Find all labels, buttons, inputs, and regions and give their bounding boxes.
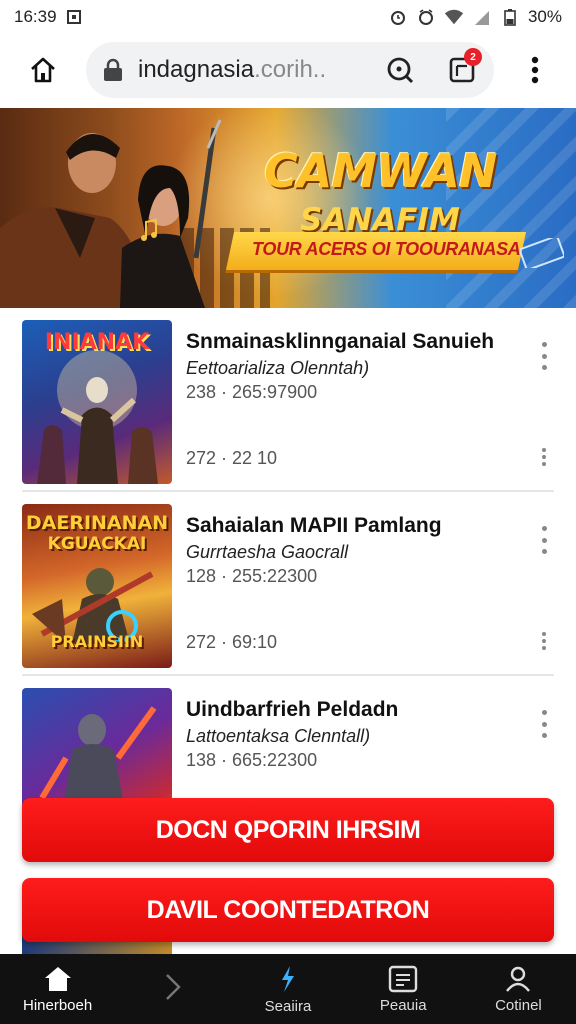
hero-ribbon-text: TOUR ACERS OI TOOURANASA — [252, 239, 521, 259]
film-icon — [520, 238, 564, 268]
home-button[interactable] — [0, 34, 86, 106]
clock-icon — [416, 7, 436, 27]
overflow-menu-button[interactable] — [494, 34, 576, 106]
battery-level: 30% — [527, 7, 562, 26]
thumbnail-art — [37, 350, 158, 484]
item-stats: 138 · 665:22300 — [186, 750, 318, 770]
item-stats-secondary: 272 · 22 10 — [186, 448, 278, 468]
list-item[interactable]: INIANAK Snmainasklinnganaial Sanuieh Eet… — [22, 308, 554, 492]
address-bar[interactable]: indagnasia.corih.. 2 — [86, 42, 494, 98]
item-stats: 128 · 255:22300 — [186, 566, 318, 586]
item-subtitle: Lattoentaksa Clenntall) — [186, 726, 371, 746]
hero-streaks — [446, 108, 576, 308]
chevron-right-icon — [165, 974, 181, 1000]
news-icon — [389, 965, 418, 992]
lock-icon — [104, 58, 122, 81]
nav-news[interactable]: Peauia — [346, 954, 461, 1024]
profile-icon — [506, 966, 531, 992]
tabs-badge: 2 — [464, 48, 482, 66]
home-icon — [31, 57, 55, 83]
list-item[interactable]: DAERINANAN KGUACKAI PRAINSIIN Sahaialan … — [22, 492, 554, 676]
hero-banner[interactable]: CAMWAN SANAFIM TOUR ACERS OI TOOURANASA — [0, 108, 576, 308]
lens-button[interactable] — [380, 50, 420, 90]
bolt-icon — [282, 965, 294, 992]
signal-icon — [472, 7, 492, 27]
screenshot-icon — [66, 10, 81, 24]
secondary-cta-button[interactable]: DAVIL COONTEDATRON — [22, 878, 554, 942]
item-menu-button[interactable] — [538, 342, 550, 370]
tabs-button[interactable]: 2 — [442, 48, 482, 90]
bottom-navigation: Hinerboeh Seaiira Peauia Cotinel — [0, 954, 576, 1024]
home-icon — [44, 966, 71, 991]
nav-forward[interactable] — [115, 954, 230, 1024]
primary-cta-button[interactable]: DOCN QPORIN IHRSIM — [22, 798, 554, 862]
hero-characters-illustration — [0, 119, 222, 308]
nav-home[interactable]: Hinerboeh — [0, 954, 115, 1024]
browser-toolbar: indagnasia.corih.. 2 — [0, 34, 576, 106]
thumbnail-label-tertiary: PRAINSIIN — [50, 632, 144, 651]
item-subtitle: Gurrtaesha Gaocrall — [186, 542, 349, 562]
item-title: Sahaialan MAPII Pamlang — [186, 514, 442, 537]
status-bar: 16:39 30% — [0, 0, 576, 34]
video-list: INIANAK Snmainasklinnganaial Sanuieh Eet… — [0, 308, 576, 860]
music-note-icon — [141, 218, 157, 241]
item-secondary-menu-button[interactable] — [538, 632, 550, 650]
search-lens-icon — [387, 57, 414, 84]
wifi-icon — [444, 7, 464, 27]
item-title: Uindbarfrieh Peldadn — [186, 698, 399, 721]
thumbnail[interactable]: INIANAK — [22, 320, 172, 484]
item-stats-secondary: 272 · 69:10 — [186, 632, 278, 652]
alarm-icon — [388, 7, 408, 27]
nav-profile[interactable]: Cotinel — [461, 954, 576, 1024]
hero-title: CAMWAN — [264, 144, 497, 198]
more-vert-icon — [531, 56, 539, 84]
status-time: 16:39 — [14, 7, 57, 26]
battery-icon — [500, 7, 520, 27]
item-title: Snmainasklinnganaial Sanuieh — [186, 330, 495, 353]
item-subtitle: Eettoarializa Olenntah) — [186, 358, 370, 378]
nav-shorts[interactable]: Seaiira — [230, 954, 345, 1024]
item-menu-button[interactable] — [538, 710, 550, 738]
item-stats: 238 · 265:97900 — [186, 382, 318, 402]
thumbnail[interactable]: DAERINANAN KGUACKAI PRAINSIIN — [22, 504, 172, 668]
item-menu-button[interactable] — [538, 526, 550, 554]
item-secondary-menu-button[interactable] — [538, 448, 550, 466]
url-text[interactable]: indagnasia.corih.. — [138, 56, 380, 84]
